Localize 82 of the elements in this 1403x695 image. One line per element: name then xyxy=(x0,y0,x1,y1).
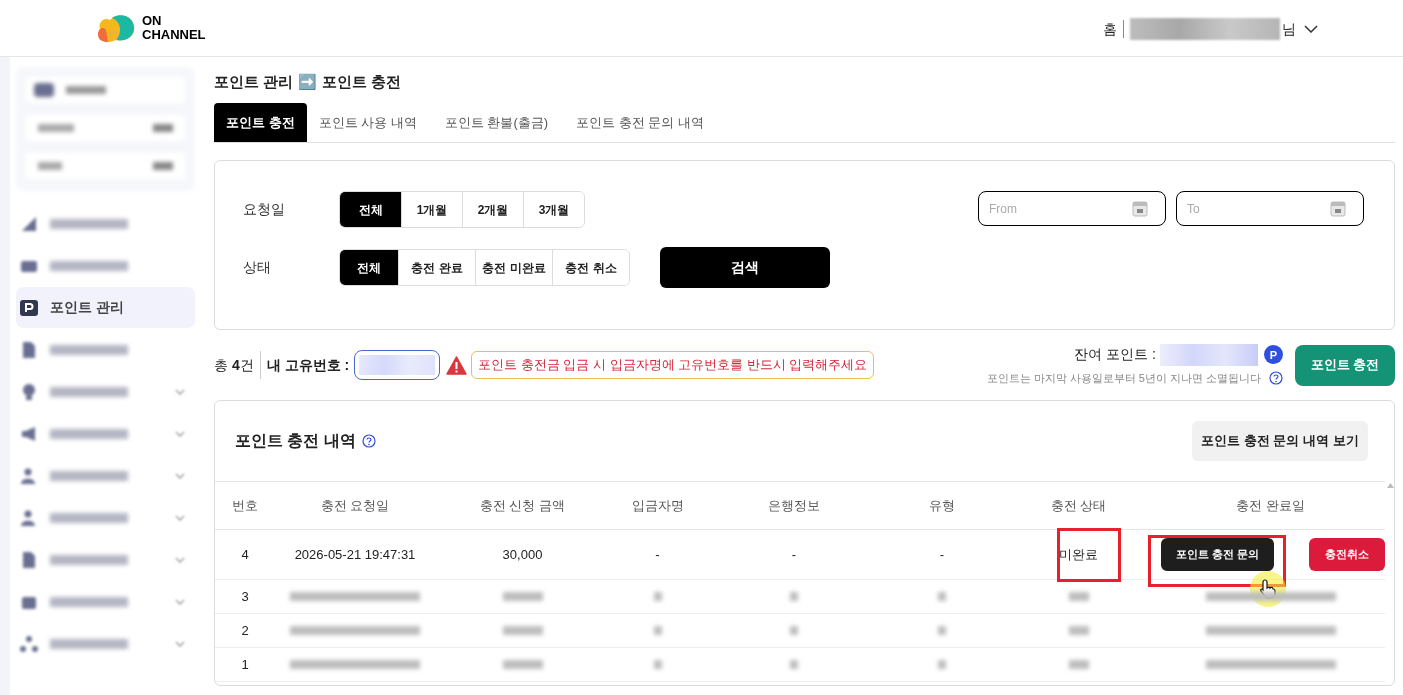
blurred-text xyxy=(502,592,543,601)
total-count: 총 4건 xyxy=(214,355,254,375)
id-label: 내 고유번호 : xyxy=(266,355,350,375)
person-icon xyxy=(20,508,38,527)
blurred-text xyxy=(1068,660,1089,669)
from-date-field[interactable]: From xyxy=(978,191,1166,226)
blurred-text xyxy=(938,660,946,669)
blurred-text xyxy=(1068,626,1089,635)
status-text: 미완료 xyxy=(1059,545,1098,564)
table-cell-text: 30,000 xyxy=(502,545,543,564)
tab[interactable]: 포인트 사용 내역 xyxy=(306,103,429,142)
column-header: 번호 xyxy=(232,497,258,513)
table-cell-text: - xyxy=(655,545,660,564)
charge-button[interactable]: 포인트 충전 xyxy=(1295,344,1395,386)
table-cell-text: - xyxy=(939,545,945,564)
chevron-down-icon[interactable] xyxy=(1304,25,1318,33)
table-cell: 1 xyxy=(241,656,249,672)
breadcrumb-item[interactable]: 포인트 관리 xyxy=(214,70,294,94)
column-header: 입금자명 xyxy=(631,497,684,513)
help-icon[interactable] xyxy=(1269,371,1283,385)
search-button[interactable]: 검색 xyxy=(660,247,830,288)
column-header: 은행정보 xyxy=(768,497,820,513)
point-badge: P xyxy=(1264,345,1283,365)
warning-message: 포인트 충전금 입금 시 입금자명에 고유번호를 반드시 입력해주세요 xyxy=(471,351,875,379)
user-suffix: 님 xyxy=(1282,19,1296,39)
filter-option[interactable]: 전체 xyxy=(340,192,401,227)
blurred-text xyxy=(502,626,543,635)
file-icon xyxy=(20,550,38,569)
column-header: 유형 xyxy=(929,497,955,513)
filter-option[interactable]: 3개월 xyxy=(523,192,584,227)
table-cell: 3 xyxy=(241,588,249,604)
column-header: 충전 완료일 xyxy=(1236,497,1305,513)
unique-id-field[interactable] xyxy=(354,350,441,380)
blurred-text xyxy=(938,592,946,601)
calendar-icon[interactable] xyxy=(1330,200,1346,217)
column-header: 충전 요청일 xyxy=(320,497,390,513)
blurred-text xyxy=(502,660,543,669)
cancel-button[interactable]: 충전취소 xyxy=(1309,538,1385,571)
filter-label: 상태 xyxy=(242,258,272,277)
home-link[interactable]: 홈 xyxy=(1103,18,1117,40)
blurred-text xyxy=(938,626,946,635)
megaphone-icon xyxy=(20,424,38,443)
blurred-text xyxy=(653,592,662,601)
blurred-text xyxy=(790,660,798,669)
calendar-icon[interactable] xyxy=(1132,200,1148,217)
arrow-icon: ➡ xyxy=(298,70,318,94)
blurred-text xyxy=(790,592,798,601)
panel-title: 포인트 충전 내역 xyxy=(235,431,356,451)
file-icon xyxy=(20,340,38,359)
expiry-note: 포인트는 마지막 사용일로부터 5년이 지나면 소멸됩니다 xyxy=(986,370,1261,386)
inquiry-history-button[interactable]: 포인트 충전 문의 내역 보기 xyxy=(1192,421,1368,461)
tab[interactable]: 포인트 충전 문의 내역 xyxy=(564,103,716,142)
breadcrumb-item: 포인트 충전 xyxy=(322,71,402,92)
blurred-text xyxy=(790,626,798,635)
table-cell: 4 xyxy=(241,546,249,562)
tab[interactable]: 포인트 환불(출금) xyxy=(432,103,561,142)
p-badge-icon xyxy=(20,298,38,317)
help-icon[interactable] xyxy=(361,434,376,448)
blurred-text xyxy=(653,626,662,635)
blurred-text xyxy=(1068,592,1089,601)
table-cell: 2 xyxy=(241,622,249,638)
sidebar-item[interactable]: 포인트 관리 xyxy=(16,287,195,328)
person-icon xyxy=(20,466,38,485)
logo-text: ON xyxy=(142,14,163,28)
column-header: 충전 상태 xyxy=(1050,497,1107,513)
balance-label: 잔여 포인트 : xyxy=(1074,345,1156,365)
tree-icon xyxy=(20,634,38,653)
logo-text: CHANNEL xyxy=(142,28,206,42)
logo-icon xyxy=(96,12,136,44)
bulb-icon xyxy=(20,382,38,401)
table-cell-text: - xyxy=(791,545,797,564)
table-cell-text: 2026-05-21 19:47:31 xyxy=(294,545,416,564)
column-header: 충전 신청 금액 xyxy=(479,497,566,513)
filter-option[interactable]: 충전 취소 xyxy=(552,250,629,285)
filter-option[interactable]: 전체 xyxy=(340,250,398,285)
filter-label: 요청일 xyxy=(242,200,286,219)
to-date-field[interactable]: To xyxy=(1176,191,1364,226)
blurred-text xyxy=(653,660,662,669)
scroll-up-icon[interactable] xyxy=(1387,483,1394,488)
tab[interactable]: 포인트 충전 xyxy=(214,103,307,142)
warning-icon xyxy=(446,355,468,375)
inquiry-button[interactable]: 포인트 충전 문의 xyxy=(1161,538,1274,571)
